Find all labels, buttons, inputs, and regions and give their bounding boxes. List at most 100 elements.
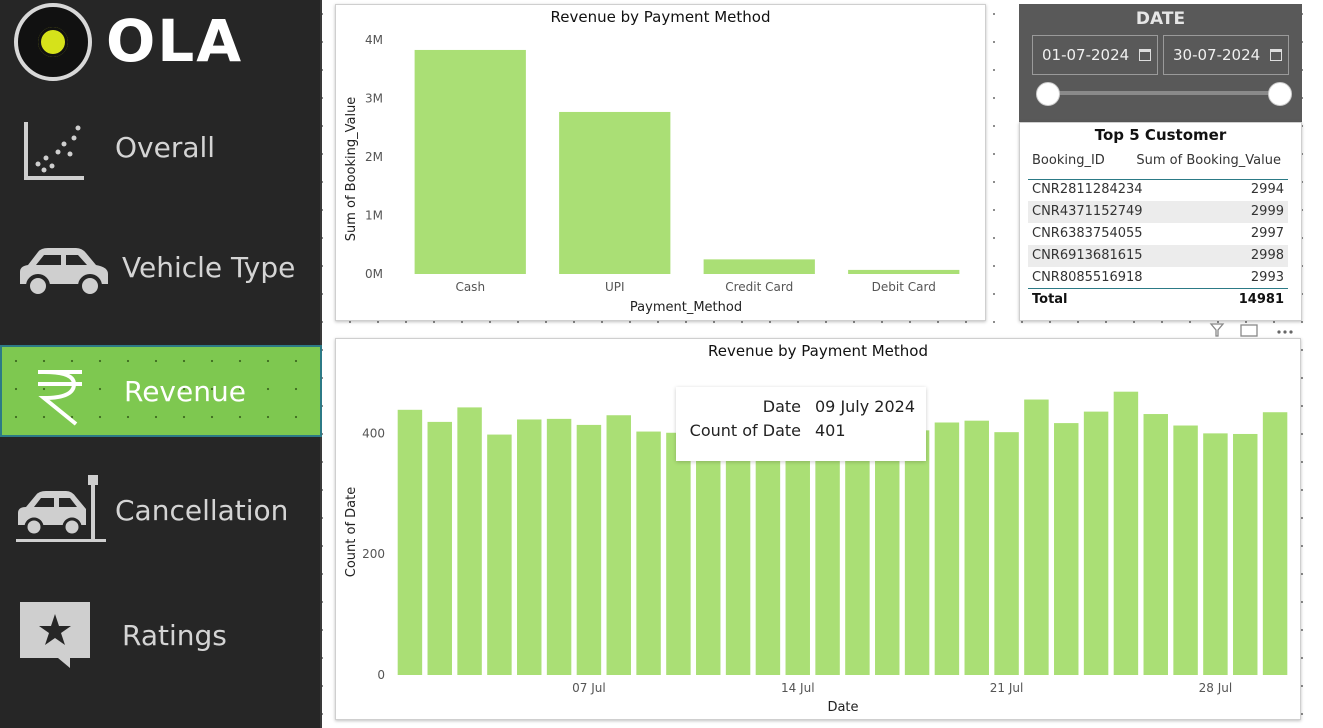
date-bar[interactable] (1113, 391, 1139, 675)
logo-text: OLA (106, 7, 244, 75)
table-row[interactable]: CNR8085516918 2993 (1028, 267, 1288, 289)
nav-item-revenue[interactable]: Revenue (0, 345, 322, 437)
tooltip-date-label: Date (762, 397, 801, 416)
date-bar[interactable] (636, 431, 661, 675)
nav-label-vehicle-type: Vehicle Type (122, 250, 296, 284)
date-bar[interactable] (1143, 414, 1168, 675)
rupee-icon (38, 370, 82, 426)
date-bar[interactable] (1083, 411, 1109, 675)
x-tick-label: 21 Jul (990, 681, 1024, 695)
more-options-icon[interactable] (1277, 330, 1281, 334)
date-chart-xlabel: Date (827, 700, 858, 715)
date-bar[interactable] (875, 431, 900, 675)
date-bar[interactable] (904, 430, 930, 675)
date-bar[interactable] (1233, 433, 1258, 675)
calendar-icon[interactable] (1139, 49, 1151, 61)
date-bar[interactable] (427, 421, 452, 675)
nav-label-ratings: Ratings (122, 618, 227, 652)
car-crash-icon (16, 475, 106, 542)
payment-chart-xlabel: Payment_Method (630, 300, 742, 315)
booking-id-cell: CNR2811284234 (1032, 182, 1143, 197)
date-bar[interactable] (725, 430, 751, 675)
payment-method-chart-panel[interactable]: Revenue by Payment Method Sum of Booking… (335, 4, 986, 321)
nav-item-vehicle-type[interactable]: Vehicle Type (0, 221, 322, 313)
date-bar[interactable] (994, 432, 1019, 675)
y-tick-label: 4M (365, 33, 383, 47)
nav-item-ratings[interactable]: Ratings (0, 589, 322, 681)
x-tick-label: Cash (455, 280, 485, 294)
date-bar[interactable] (397, 409, 423, 675)
start-date-input[interactable]: 01-07-2024 (1032, 35, 1158, 75)
date-slicer: DATE 01-07-2024 30-07-2024 (1019, 4, 1302, 122)
column-header-booking-value[interactable]: Sum of Booking_Value (1136, 153, 1281, 168)
calendar-icon[interactable] (1270, 49, 1282, 61)
date-slicer-title: DATE (1135, 9, 1186, 29)
date-bar[interactable] (517, 419, 542, 675)
bar-cash[interactable] (414, 49, 526, 274)
ola-logo-mark (14, 3, 92, 81)
table-row[interactable]: CNR4371152749 2999 (1028, 201, 1288, 223)
date-bar[interactable] (457, 407, 482, 675)
booking-id-cell: CNR8085516918 (1032, 270, 1143, 285)
date-range-end-handle[interactable] (1268, 82, 1292, 106)
booking-value-cell: 2993 (1250, 270, 1284, 285)
y-tick-label: 400 (362, 426, 385, 440)
date-bar[interactable] (1203, 433, 1228, 675)
date-bar[interactable] (815, 434, 840, 675)
y-tick-label: 200 (362, 547, 385, 561)
table-row[interactable]: CNR6383754055 2997 (1028, 223, 1288, 245)
date-chart-ylabel: Count of Date (344, 487, 359, 577)
date-bar[interactable] (755, 432, 781, 675)
booking-id-cell: CNR6913681615 (1032, 248, 1143, 263)
payment-method-bar-chart: Sum of Booking_Value Payment_Method 0M 1M… (344, 33, 960, 315)
visual-header-icons (1209, 323, 1293, 337)
bar-upi[interactable] (559, 111, 671, 274)
booking-value-cell: 2994 (1250, 182, 1284, 197)
top-customers-table[interactable]: Top 5 Customer Booking_ID Sum of Booking… (1019, 122, 1302, 321)
date-bar[interactable] (1173, 425, 1198, 675)
date-bar[interactable] (576, 424, 602, 675)
date-bar[interactable] (785, 433, 810, 675)
x-tick-label: Credit Card (725, 280, 793, 294)
table-row[interactable]: CNR6913681615 2998 (1028, 245, 1288, 267)
total-label: Total (1032, 292, 1068, 307)
booking-id-cell: CNR4371152749 (1032, 204, 1143, 219)
bar-credit-card[interactable] (703, 259, 815, 274)
date-bar[interactable] (845, 433, 870, 675)
y-tick-label: 2M (365, 150, 383, 164)
x-tick-label: 14 Jul (781, 681, 815, 695)
booking-id-cell: CNR6383754055 (1032, 226, 1143, 241)
date-range-start-handle[interactable] (1036, 82, 1060, 106)
date-bar[interactable] (546, 418, 572, 675)
date-range-slider-track[interactable] (1049, 91, 1281, 95)
start-date-value: 01-07-2024 (1042, 46, 1130, 64)
focus-mode-icon[interactable] (1240, 324, 1258, 337)
date-bar[interactable] (487, 434, 512, 675)
bar-debit-card[interactable] (848, 269, 960, 274)
y-tick-label: 1M (365, 209, 383, 223)
tooltip-count-value: 401 (815, 421, 846, 440)
nav-label-overall: Overall (115, 130, 216, 164)
column-header-booking-id[interactable]: Booking_ID (1032, 153, 1105, 168)
sidebar: OLA Overall Vehicle Type Revenue Cancell… (0, 0, 322, 728)
table-row[interactable]: CNR2811284234 2994 (1028, 179, 1288, 201)
tooltip-count-label: Count of Date (689, 421, 801, 440)
top-customers-title: Top 5 Customer (1094, 126, 1227, 144)
tooltip-date-value: 09 July 2024 (815, 397, 916, 416)
date-bar[interactable] (1262, 412, 1288, 675)
date-bar[interactable] (964, 420, 989, 675)
payment-chart-ylabel: Sum of Booking_Value (344, 97, 359, 242)
booking-value-cell: 2997 (1250, 226, 1284, 241)
nav-item-overall[interactable]: Overall (0, 101, 322, 193)
end-date-value: 30-07-2024 (1173, 46, 1261, 64)
date-bar[interactable] (934, 422, 960, 675)
date-bar[interactable] (666, 432, 691, 675)
nav-item-cancellation[interactable]: Cancellation (0, 464, 322, 556)
date-bar[interactable] (1054, 423, 1079, 675)
table-total-row: Total 14981 (1028, 291, 1288, 311)
end-date-input[interactable]: 30-07-2024 (1163, 35, 1289, 75)
date-bar[interactable] (1024, 399, 1049, 675)
date-bar[interactable] (696, 433, 721, 675)
filter-icon[interactable] (1209, 323, 1225, 337)
date-bar[interactable] (606, 415, 631, 675)
